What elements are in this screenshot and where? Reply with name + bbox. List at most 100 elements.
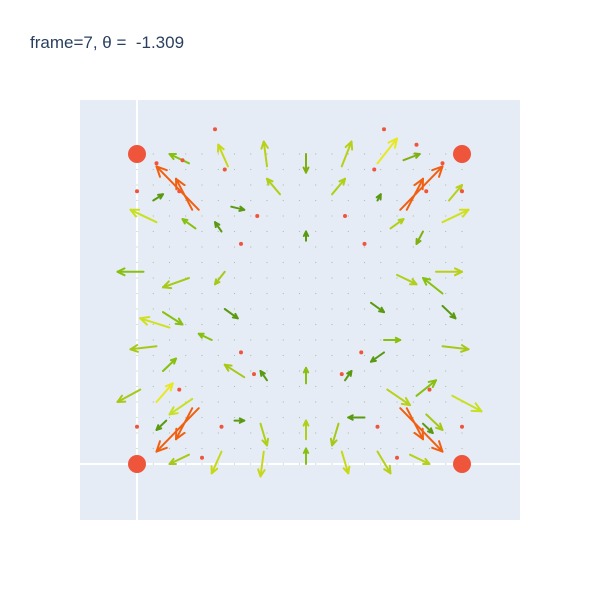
sample-point [185,230,187,233]
small-marker [239,350,243,355]
sample-point [217,184,219,186]
sample-point [168,308,171,310]
sample-point [461,354,463,357]
sample-point [298,292,301,295]
small-marker [252,372,256,377]
sample-point [250,168,252,171]
sample-point [266,416,268,419]
sample-point [217,385,219,388]
sample-point [347,401,349,403]
sample-point [396,292,398,295]
sample-point [331,447,333,450]
sample-point [201,401,203,403]
sample-point [250,416,252,419]
sample-point [233,261,236,264]
sample-point [201,184,203,186]
sample-point [445,168,447,171]
sample-point [152,323,154,326]
sample-point [266,401,268,403]
sample-point [233,199,236,202]
sample-point [428,354,431,357]
sample-point [461,277,463,279]
sample-point [152,168,154,171]
sample-point [363,215,366,217]
sample-point [185,292,187,295]
sample-point [315,215,317,217]
sample-point [428,246,431,248]
sample-point [445,339,447,341]
corner-marker [128,455,146,473]
sample-point [168,370,171,372]
sample-point [152,292,154,295]
small-marker [460,189,464,194]
sample-point [136,370,138,372]
sample-point [396,463,398,465]
sample-point [331,277,333,279]
sample-point [298,432,301,434]
sample-point [347,323,349,326]
sample-point [201,153,203,155]
sample-point [266,432,268,434]
sample-point [136,199,138,202]
sample-point [233,308,236,310]
sample-point [396,215,398,217]
sample-point [282,308,284,310]
sample-point [298,246,301,248]
sample-point [250,215,252,217]
sample-point [282,199,284,202]
small-marker [255,214,260,218]
sample-point [315,168,317,171]
sample-point [136,246,138,248]
sample-point [445,292,447,295]
sample-point [363,153,366,155]
sample-point [152,339,154,341]
sample-point [233,292,236,295]
sample-point [266,246,268,248]
sample-point [428,230,431,233]
sample-point [363,246,366,248]
sample-point [136,277,138,279]
sample-point [217,370,219,372]
sample-point [168,199,171,202]
small-marker [239,241,243,246]
sample-point [201,215,203,217]
sample-point [445,432,447,434]
sample-point [380,230,382,233]
sample-point [428,199,431,202]
sample-point [315,323,317,326]
small-marker [200,455,204,460]
sample-point [282,370,284,372]
sample-point [136,184,138,186]
sample-point [315,354,317,357]
sample-point [315,447,317,450]
sample-point [266,261,268,264]
sample-point [168,432,171,434]
sample-point [445,261,447,264]
sample-point [201,308,203,310]
sample-point [250,463,252,465]
sample-point [298,385,301,388]
sample-point [363,292,366,295]
sample-point [233,416,236,419]
sample-point [380,246,382,248]
sample-point [266,153,268,155]
sample-point [168,230,171,233]
sample-point [315,432,317,434]
sample-point [331,370,333,372]
sample-point [331,401,333,403]
sample-point [331,416,333,419]
sample-point [168,261,171,264]
sample-point [331,385,333,388]
sample-point [315,184,317,186]
sample-point [298,416,301,419]
arrow-head [266,437,270,447]
sample-point [233,385,236,388]
sample-point [331,292,333,295]
sample-point [152,385,154,388]
small-marker [362,241,367,246]
sample-point [331,261,333,264]
sample-point [331,153,333,155]
sample-point [428,292,431,295]
sample-point [461,168,463,171]
sample-point [428,153,431,155]
